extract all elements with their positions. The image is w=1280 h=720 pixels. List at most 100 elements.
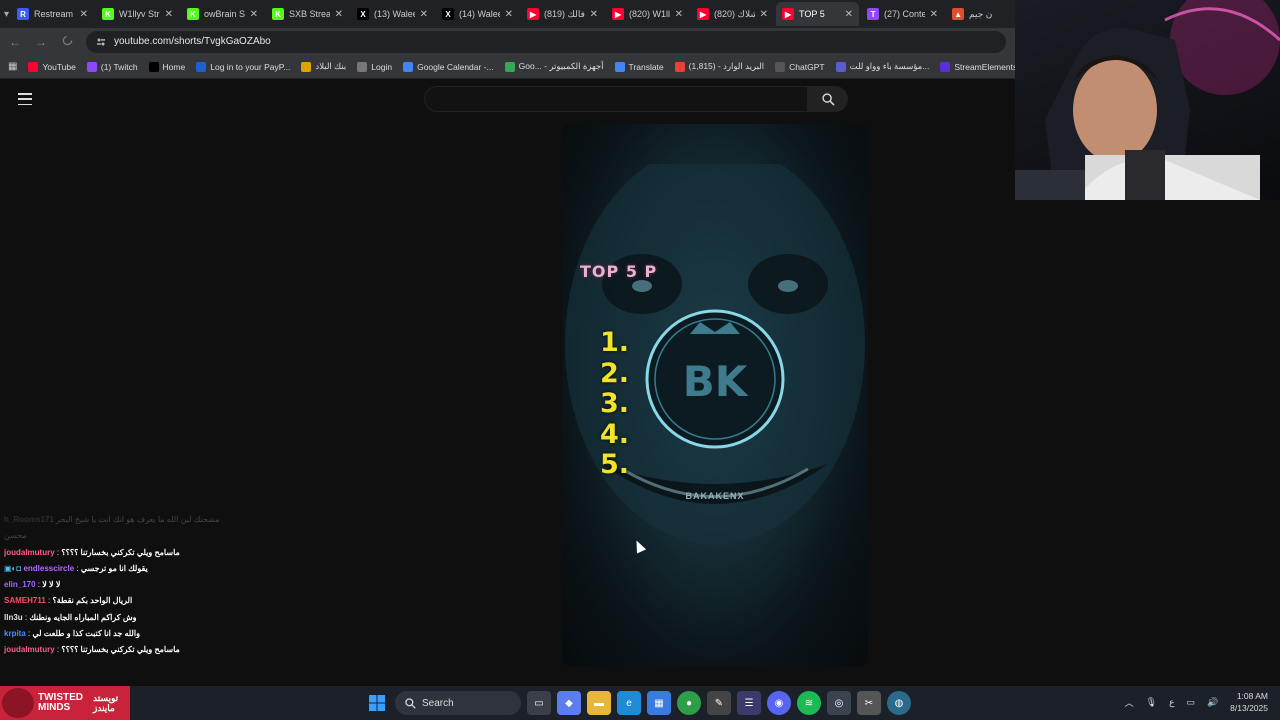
tab-title: W1llyv Str bbox=[119, 9, 160, 19]
menu-hamburger-icon[interactable] bbox=[18, 93, 32, 105]
ranking-number: 1. bbox=[600, 327, 630, 358]
video-overlay-title: TOP 5 P bbox=[580, 262, 658, 281]
bookmark-item[interactable]: البريد الوارد - (1,815) bbox=[674, 61, 764, 72]
bookmark-item[interactable]: Google Calendar -... bbox=[403, 61, 494, 72]
discord-icon[interactable]: ◉ bbox=[767, 691, 791, 715]
spotify-icon[interactable]: ≋ bbox=[797, 691, 821, 715]
bookmark-favicon-icon bbox=[940, 61, 951, 72]
task-view-icon[interactable]: ▭ bbox=[527, 691, 551, 715]
close-tab-icon[interactable]: ✕ bbox=[760, 9, 768, 20]
chrome-active-icon[interactable]: ◎ bbox=[827, 691, 851, 715]
chat-username: joudalmutury bbox=[4, 645, 55, 655]
browser-tab[interactable]: T (27) Conte ✕ bbox=[861, 2, 944, 26]
taskbar-search[interactable]: Search bbox=[395, 691, 521, 715]
twitch-icon: T bbox=[867, 8, 880, 20]
network-icon[interactable]: ▭ bbox=[1186, 697, 1195, 708]
microphone-icon[interactable]: 🎙 bbox=[1146, 697, 1157, 708]
chat-message: joudalmutury : ماسامح ويلي تكركني بخسارت… bbox=[4, 645, 180, 655]
taskbar-search-label: Search bbox=[422, 697, 454, 709]
bookmark-label: بنك البلاد bbox=[315, 61, 347, 71]
close-tab-icon[interactable]: ✕ bbox=[930, 9, 938, 20]
windows-start-icon[interactable] bbox=[365, 691, 389, 715]
close-tab-icon[interactable]: ✕ bbox=[845, 9, 853, 20]
svg-text:BK: BK bbox=[683, 357, 749, 406]
bookmark-item[interactable]: Login bbox=[357, 61, 392, 72]
chat-text: ماسامح ويلي تكركني بخسارتنا ؟؟؟؟ bbox=[61, 645, 180, 655]
tab-title: owBrain St bbox=[204, 9, 245, 19]
browser-tab[interactable]: ▶ TOP 5 ✕ bbox=[776, 2, 860, 26]
chrome-icon[interactable]: ● bbox=[677, 691, 701, 715]
x-icon: X bbox=[357, 8, 370, 20]
bookmark-item[interactable]: ChatGPT bbox=[775, 61, 825, 72]
shorts-video-player[interactable]: BK TOP 5 P 1. 2. 3. 4. 5. BAKAKENX bbox=[562, 124, 868, 666]
bookmark-favicon-icon bbox=[674, 61, 685, 72]
input-language-indicator[interactable]: ع bbox=[1169, 697, 1174, 708]
reload-button[interactable] bbox=[60, 35, 74, 49]
bookmark-label: Log in to your PayP... bbox=[210, 61, 291, 72]
overlay-logo-arabic: تويستد مايندز bbox=[93, 693, 119, 713]
bookmark-item[interactable]: بنك البلاد bbox=[301, 61, 346, 72]
obs-app-icon[interactable]: ✎ bbox=[707, 691, 731, 715]
app-icon[interactable]: ☰ bbox=[737, 691, 761, 715]
bookmark-favicon-icon bbox=[403, 61, 414, 72]
bookmark-label: مؤسسة باء وواو للت... bbox=[849, 61, 930, 71]
close-tab-icon[interactable]: ✕ bbox=[505, 9, 513, 20]
file-explorer-icon[interactable]: ▬ bbox=[587, 691, 611, 715]
app-icon: ▲ bbox=[952, 8, 965, 20]
browser-tab[interactable]: ▶ (820) شلاك ✕ bbox=[691, 2, 774, 26]
tab-search-menu-button[interactable]: ▾ bbox=[4, 4, 9, 24]
taskbar-clock[interactable]: 1:08 AM 8/13/2025 bbox=[1230, 690, 1268, 714]
clock-time: 1:08 AM bbox=[1236, 691, 1268, 701]
apps-grid-icon[interactable]: ▦ bbox=[8, 61, 17, 72]
bookmark-favicon-icon bbox=[301, 61, 312, 72]
store-icon[interactable]: ▦ bbox=[647, 691, 671, 715]
bookmark-item[interactable]: StreamElements - M bbox=[940, 61, 1015, 72]
chat-text: ماسامح ويلي تكركني بخسارتنا ؟؟؟؟ bbox=[61, 547, 180, 557]
bookmark-item[interactable]: Log in to your PayP... bbox=[196, 61, 290, 72]
snipping-tool-icon[interactable]: ✂ bbox=[857, 691, 881, 715]
browser-tab[interactable]: X (13) Walee ✕ bbox=[351, 2, 434, 26]
close-tab-icon[interactable]: ✕ bbox=[80, 9, 88, 20]
taskbar-apps: Search ▭ ◆ ▬ e ▦ ● ✎ ☰ ◉ ≋ ◎ ✂ ◍ bbox=[365, 691, 911, 715]
browser-tab[interactable]: R Restream ✕ bbox=[11, 2, 94, 26]
bookmark-item[interactable]: Translate bbox=[614, 61, 664, 72]
close-tab-icon[interactable]: ✕ bbox=[250, 9, 258, 20]
close-tab-icon[interactable]: ✕ bbox=[420, 9, 428, 20]
omnibox[interactable]: youtube.com/shorts/TvgkGaOZAbo bbox=[86, 30, 1006, 53]
bookmark-label: Home bbox=[162, 61, 186, 72]
browser-tab[interactable]: X (14) Walee ✕ bbox=[436, 2, 519, 26]
back-button[interactable]: ← bbox=[8, 35, 22, 49]
search-button[interactable] bbox=[808, 86, 848, 112]
bookmark-item[interactable]: Home bbox=[148, 61, 186, 72]
copilot-icon[interactable]: ◆ bbox=[557, 691, 581, 715]
show-hidden-icons-chevron-up-icon[interactable]: ︿ bbox=[1125, 696, 1134, 709]
volume-icon[interactable]: 🔊 bbox=[1207, 697, 1218, 708]
ranking-number: 5. bbox=[600, 449, 630, 480]
bookmark-item[interactable]: مؤسسة باء وواو للت... bbox=[835, 61, 930, 72]
browser-tab[interactable]: K SXB Strean ✕ bbox=[266, 2, 349, 26]
chat-message-faded: h_Rooms171 مشحنك لين الله ما يعرف هو انك… bbox=[4, 512, 304, 528]
close-tab-icon[interactable]: ✕ bbox=[590, 9, 598, 20]
bookmark-item[interactable]: Goo... - أجهزة الكمبيوتر bbox=[504, 61, 604, 72]
browser-tab[interactable]: ▶ (820) W1ll ✕ bbox=[606, 2, 689, 26]
close-tab-icon[interactable]: ✕ bbox=[335, 9, 343, 20]
bookmark-item[interactable]: YouTube bbox=[28, 61, 76, 72]
close-tab-icon[interactable]: ✕ bbox=[165, 9, 173, 20]
tab-title: (820) شلاك bbox=[714, 8, 755, 19]
browser-tab[interactable]: ▲ ن جيم ✕ bbox=[946, 2, 1015, 26]
chat-text: لا لا لا bbox=[42, 580, 61, 590]
bookmark-label: Google Calendar -... bbox=[417, 61, 494, 72]
search-input[interactable] bbox=[425, 87, 807, 111]
edge-icon[interactable]: e bbox=[617, 691, 641, 715]
browser-tab[interactable]: K W1llyv Str ✕ bbox=[96, 2, 179, 26]
browser-tab[interactable]: K owBrain St ✕ bbox=[181, 2, 264, 26]
globe-app-icon[interactable]: ◍ bbox=[887, 691, 911, 715]
forward-button[interactable]: → bbox=[34, 35, 48, 49]
chat-badges-icon: ▣◐◘ bbox=[4, 563, 24, 573]
site-info-icon[interactable] bbox=[96, 37, 106, 47]
chat-text: يقولك انا مو ترجسي bbox=[80, 563, 148, 573]
browser-tab[interactable]: ▶ (819) فالك ✕ bbox=[521, 2, 604, 26]
youtube-search-box[interactable] bbox=[424, 86, 808, 112]
bookmark-item[interactable]: (1) Twitch bbox=[86, 61, 138, 72]
close-tab-icon[interactable]: ✕ bbox=[675, 9, 683, 20]
